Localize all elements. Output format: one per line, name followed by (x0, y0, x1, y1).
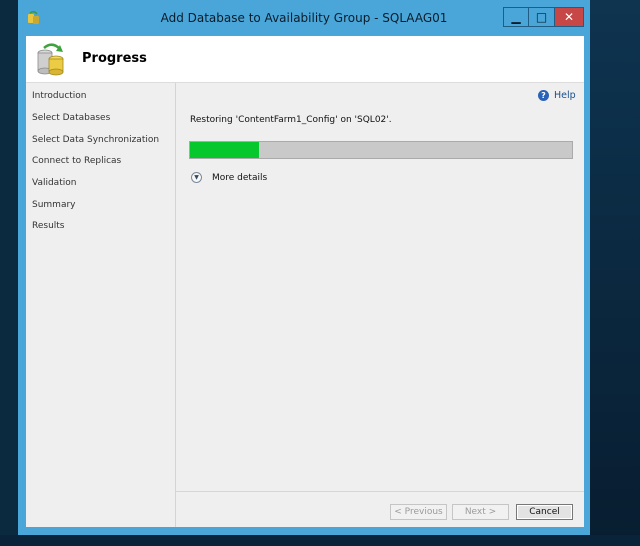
nav-item-select-databases[interactable]: Select Databases (32, 113, 110, 123)
next-button[interactable]: Next > (452, 504, 509, 520)
cancel-button[interactable]: Cancel (516, 504, 573, 520)
nav-item-connect-to-replicas[interactable]: Connect to Replicas (32, 156, 121, 166)
help-link[interactable]: ? Help (538, 90, 576, 101)
wizard-nav: Introduction Select Databases Select Dat… (26, 83, 176, 527)
more-details-toggle[interactable]: ▼ More details (191, 172, 267, 183)
chevron-down-icon: ▼ (191, 172, 202, 183)
nav-item-summary[interactable]: Summary (32, 200, 76, 210)
page-title: Progress (82, 51, 147, 66)
previous-button[interactable]: < Previous (390, 504, 447, 520)
database-sync-icon (37, 43, 64, 76)
status-text: Restoring 'ContentFarm1_Config' on 'SQL0… (190, 115, 392, 125)
minimize-button[interactable]: ▁ (503, 7, 529, 27)
desktop-background (590, 0, 640, 546)
progress-bar (189, 141, 573, 159)
nav-item-introduction[interactable]: Introduction (32, 91, 87, 101)
close-button[interactable]: ✕ (555, 7, 584, 27)
nav-item-results[interactable]: Results (32, 221, 65, 231)
wizard-footer: < Previous Next > Cancel (176, 491, 584, 528)
maximize-button[interactable]: □ (529, 7, 555, 27)
nav-item-validation[interactable]: Validation (32, 178, 76, 188)
more-details-label: More details (212, 172, 268, 183)
title-bar[interactable]: Add Database to Availability Group - SQL… (18, 0, 590, 36)
taskbar-strip (0, 535, 640, 546)
main-panel: ? Help Restoring 'ContentFarm1_Config' o… (176, 83, 584, 527)
progress-bar-fill (190, 142, 259, 158)
help-icon: ? (538, 90, 549, 101)
nav-item-select-data-synchronization[interactable]: Select Data Synchronization (32, 135, 159, 145)
wizard-window: Add Database to Availability Group - SQL… (18, 0, 590, 535)
help-label: Help (554, 90, 576, 101)
page-header: Progress (26, 36, 584, 83)
window-client-area: Progress Introduction Select Databases S… (26, 36, 584, 527)
